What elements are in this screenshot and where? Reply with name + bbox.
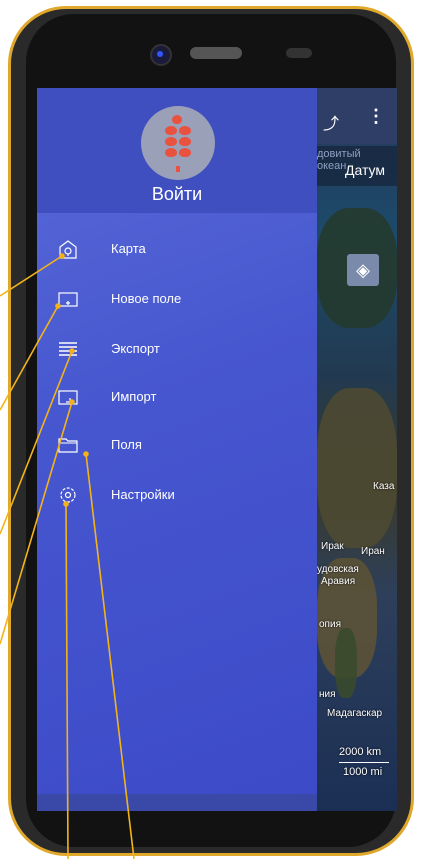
scale-mi: 1000 mi <box>343 766 383 778</box>
menu-item-export[interactable]: Экспорт <box>37 328 317 374</box>
map-label-kaza: Каза <box>373 481 395 492</box>
map-pin-icon <box>59 240 77 259</box>
ocean-label-line-1: довитый <box>317 148 361 160</box>
menu-item-import[interactable]: Импорт <box>37 376 317 422</box>
menu-item-settings[interactable]: Настройки <box>37 474 317 520</box>
front-camera-icon <box>150 44 172 66</box>
route-icon[interactable]: ⤴ <box>323 110 339 134</box>
phone-screen: ⤴ ⋮ довитый океан Датум ◈ Каза Ирак Иран… <box>37 88 397 811</box>
map-label-iraq: Ирак <box>321 541 344 552</box>
locate-me-button[interactable]: ◈ <box>347 254 379 286</box>
map-toolbar: ⤴ ⋮ <box>317 88 397 144</box>
folder-icon <box>58 438 78 453</box>
map-view[interactable]: ⤴ ⋮ довитый океан Датум ◈ Каза Ирак Иран… <box>317 88 397 811</box>
more-options-icon[interactable]: ⋮ <box>367 106 385 127</box>
new-field-icon <box>58 292 78 307</box>
earpiece-speaker <box>190 47 242 59</box>
menu-label-new-field: Новое поле <box>111 291 182 306</box>
datum-label[interactable]: Датум <box>345 162 385 178</box>
menu-label-fields: Поля <box>111 437 142 452</box>
import-icon <box>58 390 78 405</box>
export-list-icon <box>59 342 77 356</box>
gear-icon <box>60 487 76 503</box>
scale-km: 2000 km <box>339 746 382 758</box>
menu-label-settings: Настройки <box>111 487 175 502</box>
drawer-footer <box>37 794 317 811</box>
menu-label-import: Импорт <box>111 389 157 404</box>
wheat-logo-icon <box>141 106 215 180</box>
map-label-saudi-2: Аравия <box>321 576 356 587</box>
menu-item-map[interactable]: Карта <box>37 228 317 274</box>
map-label-saudi-1: удовская <box>317 564 359 575</box>
proximity-sensor <box>286 48 312 58</box>
login-button[interactable]: Войти <box>37 184 317 205</box>
map-label-madagascar: Мадагаскар <box>327 708 383 719</box>
scale-bar <box>339 762 389 763</box>
drawer-header: Войти <box>37 88 317 213</box>
menu-label-export: Экспорт <box>111 341 160 356</box>
navigation-drawer: Войти Карта Новое поле Экспорт Импорт По… <box>37 88 317 811</box>
menu-item-new-field[interactable]: Новое поле <box>37 278 317 324</box>
menu-item-fields[interactable]: Поля <box>37 424 317 470</box>
map-label-iran: Иран <box>361 546 385 557</box>
map-label-kenya: ния <box>319 689 336 700</box>
menu-label-map: Карта <box>111 241 146 256</box>
map-label-ethiopia: опия <box>319 619 341 630</box>
